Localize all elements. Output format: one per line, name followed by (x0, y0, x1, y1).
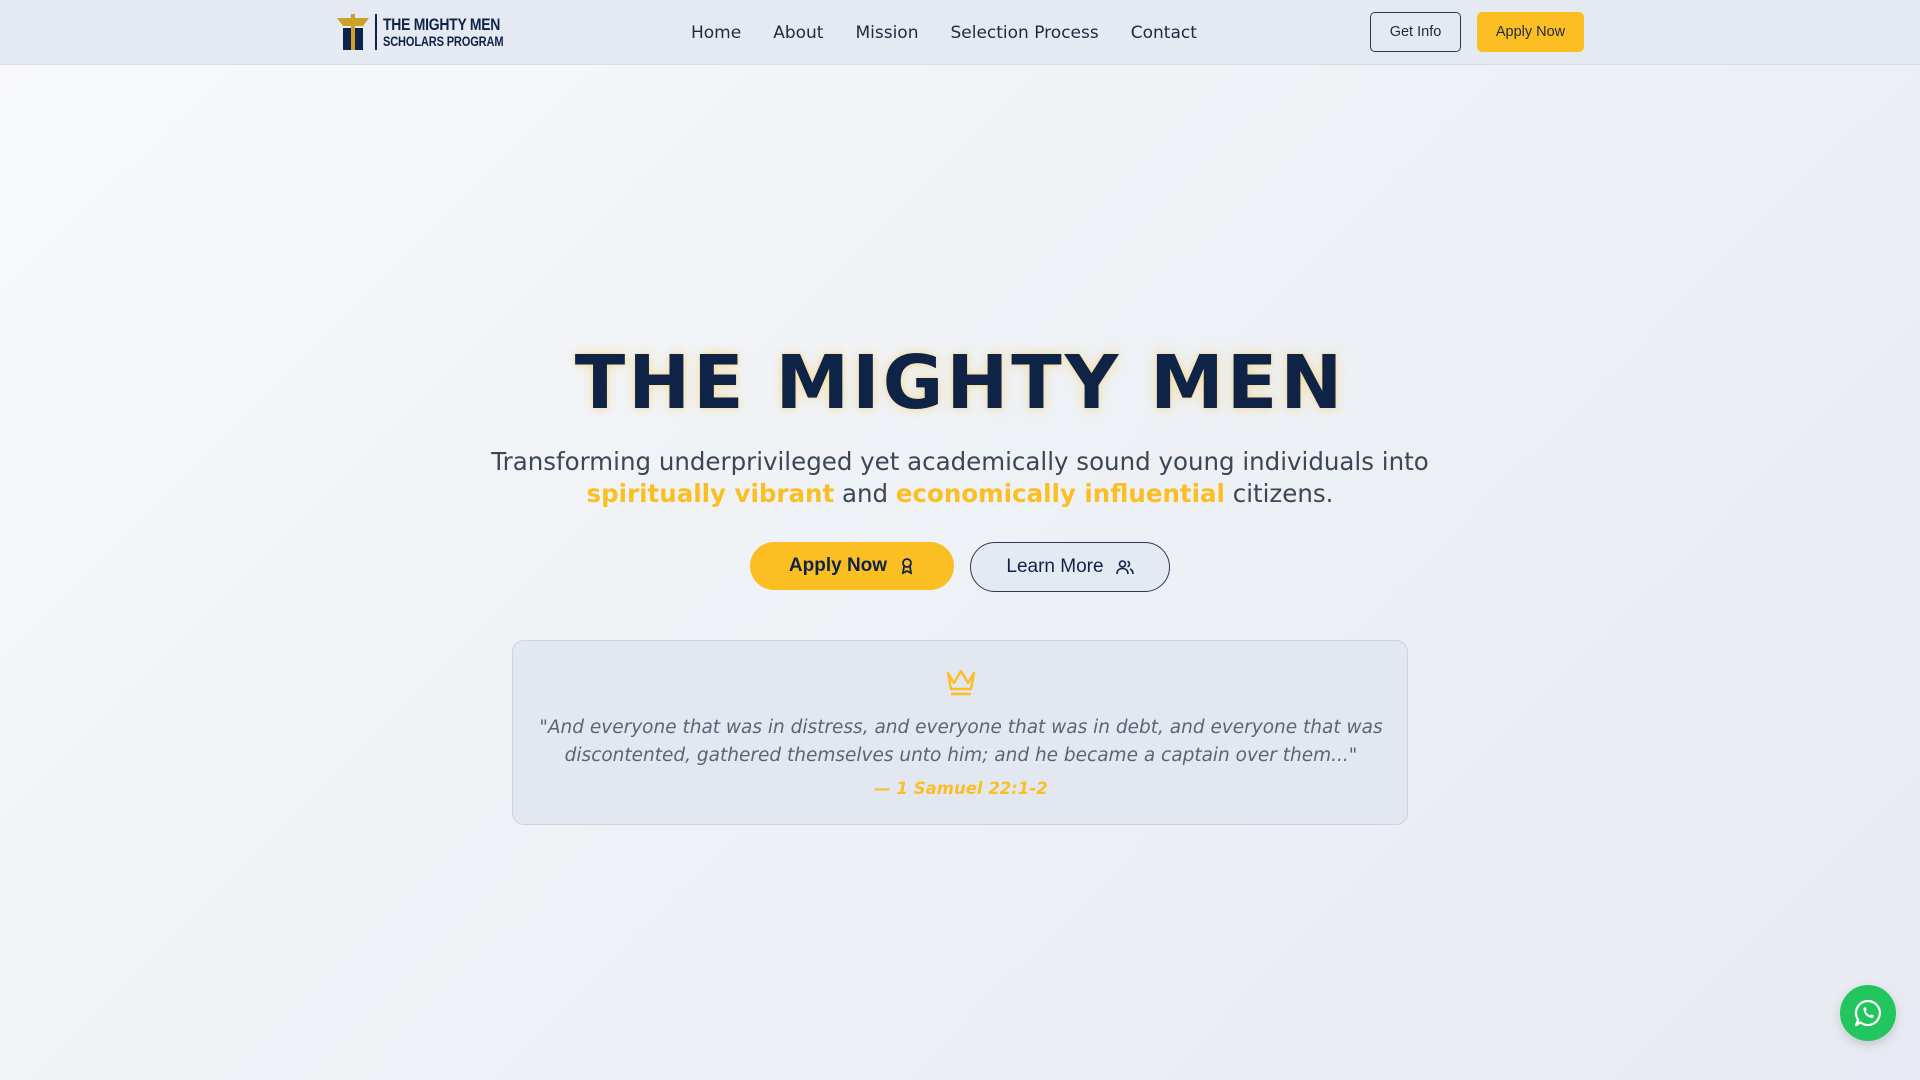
hero-apply-button[interactable]: Apply Now (750, 542, 954, 590)
get-info-button[interactable]: Get Info (1370, 12, 1461, 52)
hero-learn-more-button[interactable]: Learn More (970, 542, 1170, 592)
hero-cta-row: Apply Now Learn More (0, 542, 1920, 592)
logo-line1: THE MIGHTY MEN (383, 14, 501, 34)
navbar: THE MIGHTY MEN SCHOLARS PROGRAM Home Abo… (0, 0, 1920, 65)
nav-link-mission[interactable]: Mission (855, 23, 918, 43)
hero-learn-label: Learn More (1006, 556, 1104, 577)
subtitle-text-3: citizens. (1224, 479, 1334, 508)
subtitle-highlight-spiritual: spiritually vibrant (586, 479, 835, 508)
whatsapp-icon (1854, 999, 1881, 1027)
subtitle-highlight-economic: economically influential (895, 479, 1225, 508)
nav-links: Home About Mission Selection Process Con… (691, 0, 1197, 65)
nav-link-home[interactable]: Home (691, 23, 741, 43)
logo-line2: SCHOLARS PROGRAM (383, 33, 504, 49)
whatsapp-button[interactable] (1840, 985, 1896, 1041)
logo-mark-icon (337, 14, 369, 50)
hero-subtitle: Transforming underprivileged yet academi… (480, 446, 1440, 510)
quote-reference: — 1 Samuel 22:1-2 (874, 779, 1048, 798)
nav-link-selection-process[interactable]: Selection Process (950, 23, 1098, 43)
crown-icon (946, 669, 976, 696)
logo[interactable]: THE MIGHTY MEN SCHOLARS PROGRAM (335, 12, 530, 52)
quote-text: "And everyone that was in distress, and … (539, 717, 1383, 766)
hero-title: THE MIGHTY MEN (574, 340, 1346, 426)
subtitle-text-2: and (834, 479, 896, 508)
subtitle-text-1: Transforming underprivileged yet academi… (491, 447, 1429, 476)
nav-apply-button[interactable]: Apply Now (1477, 12, 1584, 52)
logo-text: THE MIGHTY MEN SCHOLARS PROGRAM (383, 14, 504, 49)
users-icon (1115, 560, 1134, 575)
nav-link-about[interactable]: About (773, 23, 823, 43)
quote-card: "And everyone that was in distress, and … (512, 640, 1408, 825)
hero-apply-label: Apply Now (788, 555, 888, 576)
logo-divider (375, 14, 377, 50)
award-icon (901, 558, 913, 575)
nav-link-contact[interactable]: Contact (1131, 23, 1197, 43)
